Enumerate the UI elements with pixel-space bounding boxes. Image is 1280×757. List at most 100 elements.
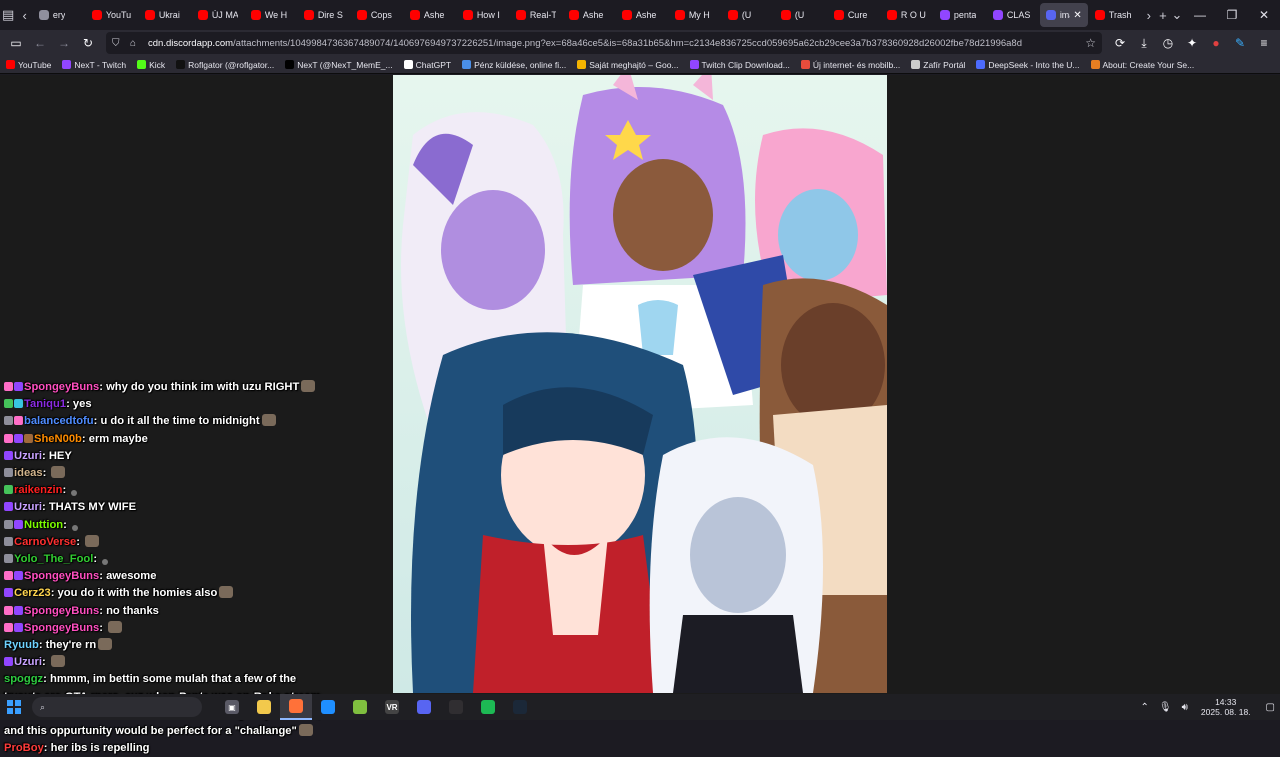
bookmark-item[interactable]: DeepSeek - Into the U... (976, 60, 1079, 70)
taskbar-steam-app[interactable] (504, 694, 536, 720)
tab-5[interactable]: Dire S (298, 3, 350, 27)
chat-message: ProBoy: her ibs is repelling (4, 740, 334, 757)
tab-4[interactable]: We H (245, 3, 297, 27)
chat-emote-icon (98, 638, 112, 650)
tab-7[interactable]: Ashe (404, 3, 456, 27)
taskbar-file-explorer[interactable] (248, 694, 280, 720)
chat-text: THATS MY WIFE (49, 501, 136, 513)
chat-emote-icon (219, 586, 233, 598)
taskbar-notes-app[interactable] (344, 694, 376, 720)
bookmark-item[interactable]: Saját meghajtó – Goo... (577, 60, 678, 70)
bookmark-favicon-icon (404, 60, 413, 69)
chat-username: Uzuri (14, 656, 42, 668)
adblock-icon[interactable]: ● (1204, 32, 1228, 54)
bookmark-star-icon[interactable]: ☆ (1085, 36, 1096, 50)
tab-13[interactable]: (U (722, 3, 774, 27)
volume-icon[interactable]: 🔊︎ (1182, 702, 1188, 713)
bookmark-item[interactable]: NexT (@NexT_MemE_... (285, 60, 392, 70)
site-info-icon[interactable]: ⌂ (130, 38, 144, 49)
sidebar-toggle-icon[interactable]: ▭ (4, 32, 28, 54)
tab-8[interactable]: How I (457, 3, 509, 27)
bookmark-item[interactable]: Új internet- és mobilb... (801, 60, 900, 70)
tab-label: Ashe (583, 10, 604, 20)
taskbar-search[interactable]: ⌕ (32, 697, 202, 717)
clock-date: 2025. 08. 18. (1201, 707, 1251, 717)
page-viewport: SpongeyBuns: why do you think im with uz… (0, 75, 1280, 695)
new-tab-icon[interactable]: + (1156, 0, 1170, 30)
taskbar-obs-app[interactable] (440, 694, 472, 720)
bookmark-item[interactable]: ChatGPT (404, 60, 451, 70)
notes-app-icon (353, 700, 367, 714)
tab-19[interactable]: image.✕ (1040, 3, 1088, 27)
youtube-favicon-icon (675, 10, 685, 20)
chat-badge-icon (24, 434, 33, 443)
file-explorer-icon (257, 700, 271, 714)
taskbar-firefox[interactable] (280, 694, 312, 720)
close-window-icon[interactable]: ✕ (1248, 0, 1280, 30)
forward-icon[interactable]: → (52, 32, 76, 54)
tabs-scroll-right-icon[interactable]: › (1142, 0, 1156, 30)
tab-2[interactable]: Ukrai (139, 3, 191, 27)
taskbar-edge-app[interactable] (312, 694, 344, 720)
tab-6[interactable]: Cops (351, 3, 403, 27)
tab-12[interactable]: My H (669, 3, 721, 27)
close-tab-icon[interactable]: ✕ (1073, 10, 1081, 21)
discord-app-icon (417, 700, 431, 714)
shield-icon[interactable]: ⛉ (112, 38, 126, 49)
bookmark-item[interactable]: Zafír Portál (911, 60, 965, 70)
restore-icon[interactable]: ❐ (1216, 0, 1248, 30)
history-icon[interactable]: ◷ (1156, 32, 1180, 54)
menu-icon[interactable]: ≡ (1252, 32, 1276, 54)
tab-20[interactable]: Trash (1089, 3, 1141, 27)
tab-10[interactable]: Ashe (563, 3, 615, 27)
tab-overview-icon[interactable]: ▤ (0, 0, 16, 30)
bookmark-label: YouTube (18, 60, 51, 70)
bookmark-item[interactable]: Roflgator (@roflgator... (176, 60, 274, 70)
window-controls: — ❐ ✕ (1184, 0, 1280, 30)
bookmark-item[interactable]: YouTube (6, 60, 51, 70)
sync-icon[interactable]: ⟳ (1108, 32, 1132, 54)
bookmark-label: NexT - Twitch (74, 60, 126, 70)
taskbar-discord-app[interactable] (408, 694, 440, 720)
start-button[interactable] (0, 694, 28, 720)
tabs-scroll-left-icon[interactable]: ‹ (16, 0, 32, 30)
bookmark-item[interactable]: About: Create Your Se... (1091, 60, 1195, 70)
chat-username: SpongeyBuns (24, 570, 99, 582)
downloads-icon[interactable]: ⤓ (1132, 32, 1156, 54)
clock[interactable]: 14:33 2025. 08. 18. (1201, 697, 1251, 717)
displayed-image[interactable] (393, 75, 887, 693)
address-bar[interactable]: ⛉ ⌂ cdn.discordapp.com/attachments/10499… (106, 32, 1102, 54)
extensions-icon[interactable]: ✦ (1180, 32, 1204, 54)
taskbar-vr-app[interactable]: VR (376, 694, 408, 720)
tab-9[interactable]: Real-T (510, 3, 562, 27)
tab-11[interactable]: Ashe (616, 3, 668, 27)
tab-1[interactable]: YouTu (86, 3, 138, 27)
bookmark-item[interactable]: Pénz küldése, online fi... (462, 60, 566, 70)
tab-14[interactable]: (U (775, 3, 827, 27)
chat-emote-icon (299, 724, 313, 736)
bookmark-item[interactable]: Kick (137, 60, 165, 70)
show-hidden-icons-icon[interactable]: ⌃ (1141, 702, 1149, 713)
tab-0[interactable]: ery (33, 3, 85, 27)
notifications-icon[interactable]: ▢ (1266, 702, 1275, 713)
tab-18[interactable]: CLAS (987, 3, 1039, 27)
bookmark-item[interactable]: Twitch Clip Download... (690, 60, 790, 70)
minimize-icon[interactable]: — (1184, 0, 1216, 30)
taskbar-spotify-app[interactable] (472, 694, 504, 720)
back-icon[interactable]: ← (28, 32, 52, 54)
taskbar-task-view[interactable]: ▣ (216, 694, 248, 720)
tab-15[interactable]: Cure (828, 3, 880, 27)
tab-3[interactable]: ÚJ MA (192, 3, 244, 27)
youtube-favicon-icon (569, 10, 579, 20)
translate-extension-icon[interactable]: ✎ (1228, 32, 1252, 54)
list-all-tabs-icon[interactable]: ⌄ (1170, 0, 1184, 30)
reload-icon[interactable]: ↻ (76, 32, 100, 54)
tab-label: (U (742, 10, 752, 20)
tab-16[interactable]: R O U (881, 3, 933, 27)
tab-label: ÚJ MA (212, 10, 238, 20)
microphone-icon[interactable]: 🎙︎ (1159, 702, 1172, 713)
bookmark-favicon-icon (462, 60, 471, 69)
anime-group-illustration (393, 75, 887, 693)
bookmark-item[interactable]: NexT - Twitch (62, 60, 126, 70)
tab-17[interactable]: penta (934, 3, 986, 27)
